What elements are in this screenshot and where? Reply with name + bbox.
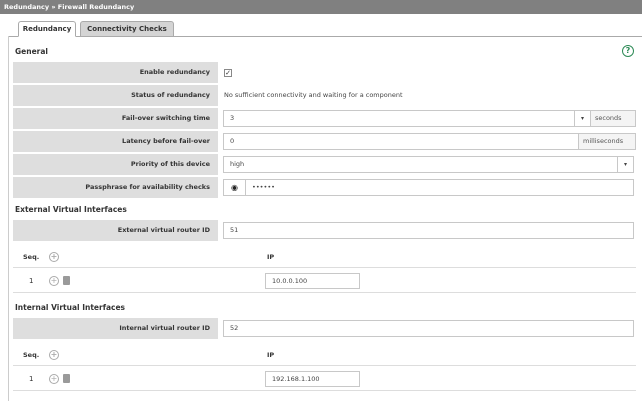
- external-table-header: Seq. + IP: [13, 248, 636, 268]
- status-label: Status of redundancy: [13, 85, 218, 106]
- add-icon[interactable]: +: [49, 276, 59, 286]
- trash-icon[interactable]: [63, 374, 70, 383]
- priority-value: high: [230, 160, 245, 168]
- eye-icon[interactable]: ◉: [224, 180, 246, 195]
- tab-redundancy[interactable]: Redundancy: [18, 21, 76, 37]
- row-internal-router-id: Internal virtual router ID 52: [13, 318, 636, 339]
- row-passphrase: Passphrase for availability checks ◉ •••…: [13, 177, 636, 198]
- seq-value: 1: [29, 277, 34, 285]
- trash-icon[interactable]: [63, 276, 70, 285]
- breadcrumb: Redundancy » Firewall Redundancy: [0, 0, 642, 14]
- row-latency: Latency before fail-over 0 milliseconds: [13, 131, 636, 152]
- failover-label: Fail-over switching time: [13, 108, 218, 129]
- row-enable-redundancy: Enable redundancy ✓: [13, 62, 636, 83]
- enable-redundancy-checkbox[interactable]: ✓: [224, 69, 232, 77]
- passphrase-value: ••••••: [252, 183, 276, 191]
- passphrase-field[interactable]: ◉ ••••••: [223, 179, 634, 196]
- failover-unit: seconds: [591, 110, 636, 127]
- tab-divider: [8, 36, 642, 37]
- priority-label: Priority of this device: [13, 154, 218, 175]
- row-external-router-id: External virtual router ID 51: [13, 220, 636, 241]
- ip-input[interactable]: 192.168.1.100: [265, 371, 360, 387]
- ip-input[interactable]: 10.0.0.100: [265, 273, 360, 289]
- seq-header: Seq.: [23, 253, 40, 261]
- row-failover-time: Fail-over switching time 3 ▾ seconds: [13, 108, 636, 129]
- section-internal-title: Internal Virtual Interfaces: [15, 303, 126, 312]
- seq-header: Seq.: [23, 351, 40, 359]
- failover-time-select[interactable]: 3 ▾: [223, 110, 591, 127]
- passphrase-label: Passphrase for availability checks: [13, 177, 218, 198]
- ip-header: IP: [267, 351, 275, 359]
- internal-table-header: Seq. + IP: [13, 346, 636, 366]
- panel-border: [8, 36, 9, 401]
- chevron-down-icon[interactable]: ▾: [617, 157, 633, 172]
- internal-router-id-input[interactable]: 52: [223, 320, 634, 337]
- internal-router-id-label: Internal virtual router ID: [13, 318, 218, 339]
- external-router-id-label: External virtual router ID: [13, 220, 218, 241]
- failover-value: 3: [230, 114, 235, 122]
- row-status: Status of redundancy No sufficient conne…: [13, 85, 636, 106]
- section-external-title: External Virtual Interfaces: [15, 205, 127, 214]
- add-icon[interactable]: +: [49, 374, 59, 384]
- add-icon[interactable]: +: [49, 350, 59, 360]
- table-row: 1 + 10.0.0.100: [13, 269, 636, 293]
- latency-label: Latency before fail-over: [13, 131, 218, 152]
- seq-value: 1: [29, 375, 34, 383]
- latency-unit: milliseconds: [579, 133, 636, 150]
- priority-select[interactable]: high ▾: [223, 156, 634, 173]
- section-general-title: General: [15, 47, 48, 56]
- enable-redundancy-label: Enable redundancy: [13, 62, 218, 83]
- tab-connectivity-checks[interactable]: Connectivity Checks: [80, 21, 174, 37]
- ip-header: IP: [267, 253, 275, 261]
- status-value: No sufficient connectivity and waiting f…: [224, 91, 403, 99]
- table-row: 1 + 192.168.1.100: [13, 367, 636, 391]
- external-router-id-input[interactable]: 51: [223, 222, 634, 239]
- question-circle-icon[interactable]: ?: [622, 45, 634, 57]
- latency-input[interactable]: 0: [223, 133, 579, 150]
- add-icon[interactable]: +: [49, 252, 59, 262]
- row-priority: Priority of this device high ▾: [13, 154, 636, 175]
- chevron-down-icon[interactable]: ▾: [574, 111, 590, 126]
